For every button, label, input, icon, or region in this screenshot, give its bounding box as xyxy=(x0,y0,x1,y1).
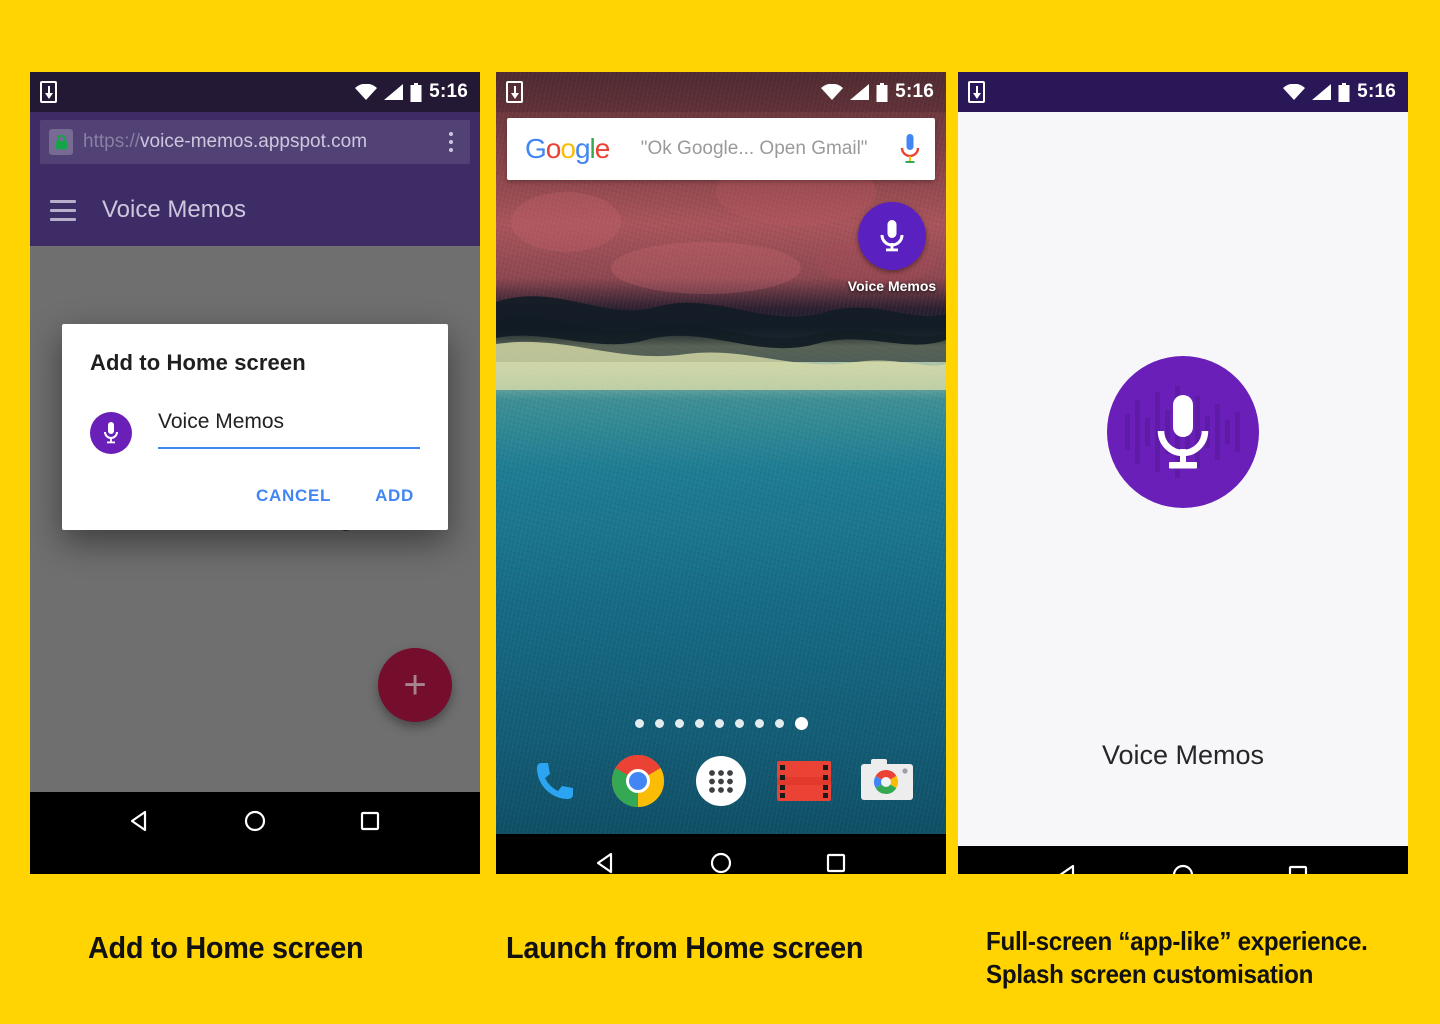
browser-chrome: 5:16 https://voice-memos.appspot.com Voi… xyxy=(30,72,480,246)
browser-content: Record something! + Add to Home screen xyxy=(30,246,480,792)
download-icon xyxy=(506,81,523,103)
back-triangle-icon[interactable] xyxy=(591,848,621,874)
play-movies-app-icon[interactable] xyxy=(773,750,835,812)
browser-url-bar[interactable]: https://voice-memos.appspot.com xyxy=(40,120,470,164)
home-circle-icon[interactable] xyxy=(706,848,736,874)
field-underline xyxy=(158,447,420,449)
status-bar-clock: 5:16 xyxy=(429,81,468,102)
caption-line-1: Full-screen “app-like” experience. xyxy=(986,926,1368,956)
cancel-button[interactable]: CANCEL xyxy=(256,486,331,506)
google-logo: Google xyxy=(525,133,610,164)
back-triangle-icon[interactable] xyxy=(1053,860,1083,874)
google-mic-icon[interactable] xyxy=(899,132,921,166)
recents-square-icon[interactable] xyxy=(355,806,385,836)
caption-line-2: Splash screen customisation xyxy=(986,959,1314,990)
home-shortcut-voice-memos[interactable]: Voice Memos xyxy=(844,202,940,294)
battery-icon xyxy=(410,82,422,102)
search-hint-text: "Ok Google... Open Gmail" xyxy=(640,138,868,159)
status-bar-clock: 5:16 xyxy=(1357,81,1396,102)
status-bar-left xyxy=(968,81,985,103)
status-bar: 5:16 xyxy=(496,72,946,112)
status-bar-left xyxy=(506,81,523,103)
camera-app-icon[interactable] xyxy=(856,750,918,812)
home-shortcut-label: Voice Memos xyxy=(847,278,937,294)
page-dot[interactable] xyxy=(734,719,744,728)
all-apps-icon[interactable] xyxy=(690,750,752,812)
shortcut-name-field[interactable]: Voice Memos xyxy=(158,410,420,449)
system-nav-bar xyxy=(30,792,480,850)
signal-icon xyxy=(384,84,404,100)
phone-screenshot-add-to-home-screen: 5:16 https://voice-memos.appspot.com Voi… xyxy=(30,72,480,874)
system-nav-bar xyxy=(958,846,1408,874)
signal-icon xyxy=(850,84,870,100)
hamburger-icon[interactable] xyxy=(50,199,76,221)
page-dot-active[interactable] xyxy=(794,717,808,730)
dialog-actions: CANCEL ADD xyxy=(90,486,420,516)
phone-screenshot-splash-screen: 5:16 Voice Memos xyxy=(958,72,1408,874)
back-triangle-icon[interactable] xyxy=(125,806,155,836)
home-screen-dock xyxy=(496,746,946,816)
home-screen-wallpaper: 5:16 Google "Ok Google... Open Gmail" Vo… xyxy=(496,72,946,834)
shortcut-name-value: Voice Memos xyxy=(158,410,285,433)
phone-app-icon[interactable] xyxy=(524,750,586,812)
home-circle-icon[interactable] xyxy=(240,806,270,836)
dialog-title: Add to Home screen xyxy=(90,350,306,375)
phone-screenshot-home-screen: 5:16 Google "Ok Google... Open Gmail" Vo… xyxy=(496,72,946,874)
app-bar-title: Voice Memos xyxy=(102,196,247,223)
battery-icon xyxy=(1338,82,1350,102)
app-bar: Voice Memos xyxy=(30,174,480,246)
kebab-menu-icon[interactable] xyxy=(438,132,464,152)
page-dot[interactable] xyxy=(754,719,764,728)
wifi-icon xyxy=(1283,84,1306,100)
page-dot[interactable] xyxy=(634,719,644,728)
recents-square-icon[interactable] xyxy=(1283,860,1313,874)
status-bar-right: 5:16 xyxy=(821,81,934,103)
battery-icon xyxy=(876,82,888,102)
status-bar-left xyxy=(40,81,57,103)
dialog-name-row: Voice Memos xyxy=(90,410,420,454)
caption-add-to-home-screen: Add to Home screen xyxy=(88,930,364,965)
add-to-home-screen-dialog: Add to Home screen Voice Memos CANCEL AD… xyxy=(62,324,448,530)
splash-app-label: Voice Memos xyxy=(1101,740,1265,770)
system-nav-bar xyxy=(496,834,946,874)
wifi-icon xyxy=(821,84,844,100)
page-dot[interactable] xyxy=(714,719,724,728)
microphone-icon xyxy=(90,412,132,454)
url-host: voice-memos.appspot.com xyxy=(140,131,368,152)
lock-icon xyxy=(49,129,73,155)
page-dot[interactable] xyxy=(674,719,684,728)
url-text: https://voice-memos.appspot.com xyxy=(83,131,438,153)
status-bar-clock: 5:16 xyxy=(895,81,934,102)
page-dot[interactable] xyxy=(654,719,664,728)
microphone-icon xyxy=(858,202,926,270)
status-bar: 5:16 xyxy=(958,72,1408,112)
poster-canvas: 5:16 https://voice-memos.appspot.com Voi… xyxy=(0,0,1440,1024)
caption-launch-from-home-screen: Launch from Home screen xyxy=(506,930,864,965)
status-bar-right: 5:16 xyxy=(1283,81,1396,103)
download-icon xyxy=(968,81,985,103)
home-circle-icon[interactable] xyxy=(1168,860,1198,874)
splash-screen-body: Voice Memos xyxy=(958,112,1408,846)
wifi-icon xyxy=(355,84,378,100)
page-dot[interactable] xyxy=(694,719,704,728)
microphone-icon xyxy=(1107,356,1259,508)
google-search-widget[interactable]: Google "Ok Google... Open Gmail" xyxy=(507,118,935,180)
status-bar-right: 5:16 xyxy=(355,81,468,103)
add-button[interactable]: ADD xyxy=(375,486,414,506)
page-dot[interactable] xyxy=(774,719,784,728)
download-icon xyxy=(40,81,57,103)
chrome-app-icon[interactable] xyxy=(607,750,669,812)
status-bar: 5:16 xyxy=(30,72,480,112)
caption-splash-screen: Full-screen “app-like” experience. Splas… xyxy=(986,925,1368,992)
recents-square-icon[interactable] xyxy=(821,848,851,874)
page-indicator-dots xyxy=(496,717,946,730)
url-scheme: https:// xyxy=(83,131,141,152)
signal-icon xyxy=(1312,84,1332,100)
